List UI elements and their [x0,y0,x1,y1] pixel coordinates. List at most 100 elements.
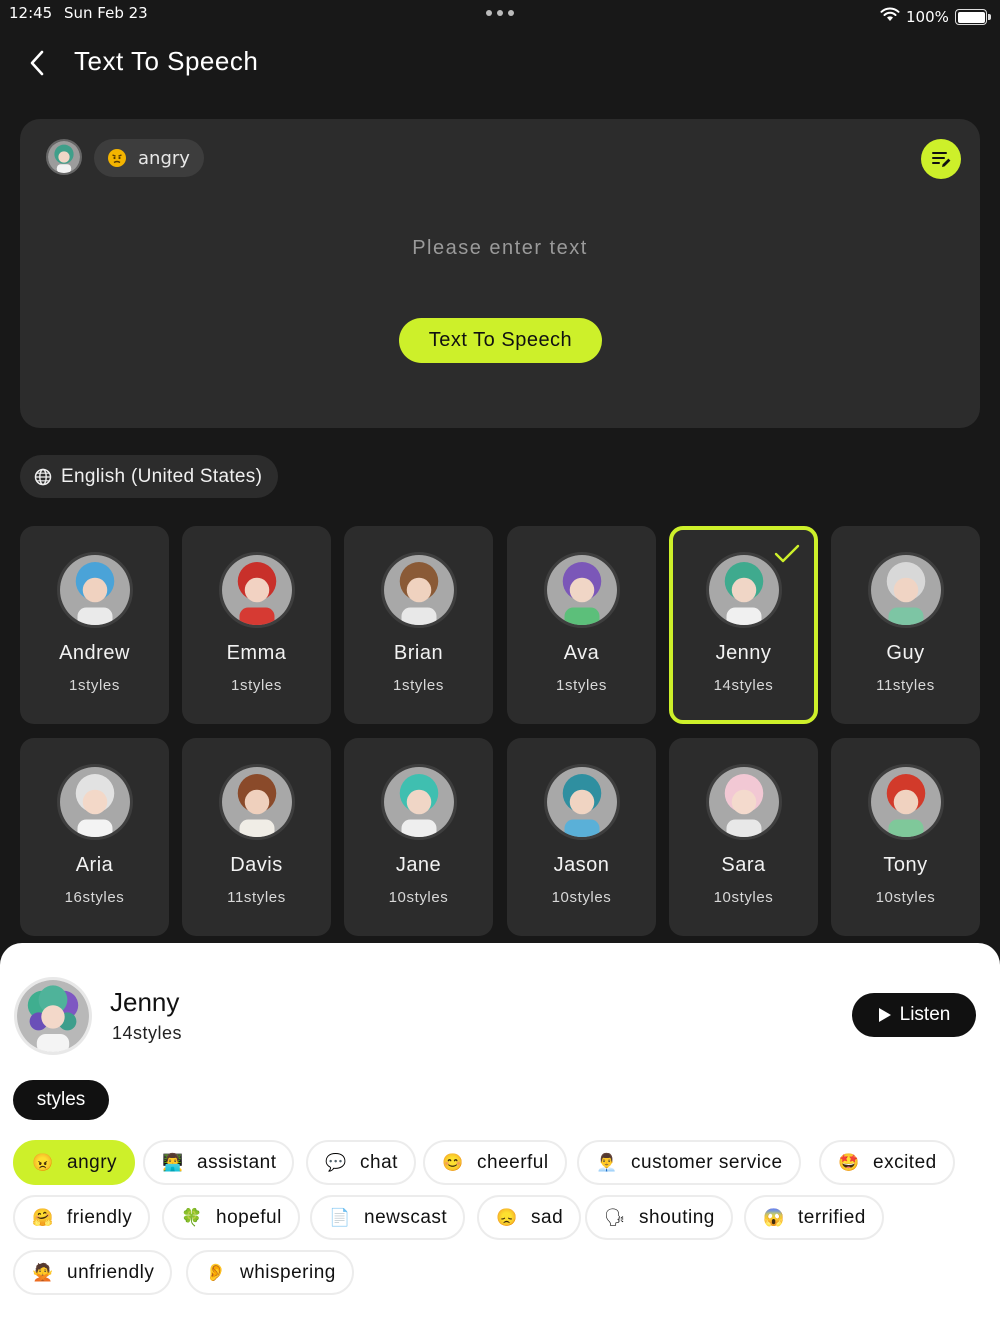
style-chip-sad[interactable]: 😞 sad [477,1195,582,1240]
style-chip-cheerful[interactable]: 😊 cheerful [423,1140,567,1185]
voice-name: Aria [75,854,114,876]
voice-name: Emma [226,642,287,664]
back-button[interactable] [20,46,54,80]
checkmark-icon [774,544,800,563]
voice-name: Davis [230,854,283,876]
play-icon [878,1008,891,1022]
voice-card-tony[interactable]: Tony 10styles [831,738,980,936]
globe-icon [34,468,52,485]
voice-avatar [544,552,620,628]
style-chip-label: customer service [631,1151,783,1173]
tab-styles[interactable]: styles [13,1080,109,1120]
style-chip-assistant[interactable]: 👨‍💻 assistant [143,1140,295,1185]
voice-style-count: 1styles [69,677,120,694]
style-chip-label: cheerful [477,1151,549,1173]
excited-emoji-icon: 🤩 [838,1152,860,1172]
voice-avatar [57,764,133,840]
voice-style-count: 16styles [64,889,125,906]
text-to-speech-button[interactable]: Text To Speech [399,318,602,363]
sheet-voice-avatar [14,977,92,1055]
voice-name: Jason [553,854,610,876]
edit-text-button[interactable] [921,139,961,179]
voice-card-ava[interactable]: Ava 1styles [507,526,656,724]
voice-name: Tony [883,854,928,876]
battery-percent: 100% [906,8,949,26]
voice-avatar [219,764,295,840]
voice-card-guy[interactable]: Guy 11styles [831,526,980,724]
voice-card-emma[interactable]: Emma 1styles [182,526,331,724]
newscast-emoji-icon: 📄 [329,1207,351,1227]
multitasking-dots-icon[interactable] [486,10,514,16]
voice-name: Jane [395,854,442,876]
voice-avatar [706,552,782,628]
style-chip-label: angry [67,1151,118,1173]
style-chip-hopeful[interactable]: 🍀 hopeful [162,1195,300,1240]
style-chip-newscast[interactable]: 📄 newscast [310,1195,466,1240]
voice-card-sara[interactable]: Sara 10styles [669,738,818,936]
style-chip-excited[interactable]: 🤩 excited [819,1140,955,1185]
voice-name: Jenny [715,642,772,664]
voice-style-count: 10styles [875,889,936,906]
voice-avatar [868,764,944,840]
style-chip-label: whispering [240,1261,336,1283]
sheet-voice-name: Jenny [110,987,180,1017]
voice-card-jane[interactable]: Jane 10styles [344,738,493,936]
selected-style-chip[interactable]: angry [94,139,204,177]
style-chip-terrified[interactable]: 😱 terrified [744,1195,884,1240]
voice-style-count: 10styles [713,889,774,906]
voice-style-count: 1styles [393,677,444,694]
voice-avatar [381,552,457,628]
voice-card-davis[interactable]: Davis 11styles [182,738,331,936]
voice-name: Ava [563,642,600,664]
style-chip-label: newscast [364,1206,448,1228]
voice-name: Sara [721,854,766,876]
voice-avatar [868,552,944,628]
listen-label: Listen [899,1004,951,1025]
header: Text To Speech [0,30,1000,96]
voice-name: Brian [393,642,444,664]
status-date: Sun Feb 23 [64,4,148,22]
battery-icon [955,9,991,25]
voice-card-aria[interactable]: Aria 16styles [20,738,169,936]
voice-card-jenny[interactable]: Jenny 14styles [669,526,818,724]
chat-emoji-icon: 💬 [325,1152,347,1172]
whispering-emoji-icon: 👂 [205,1262,227,1282]
voice-name: Guy [886,642,925,664]
style-chip-label: shouting [639,1206,715,1228]
style-chip-label: excited [873,1151,937,1173]
friendly-emoji-icon: 🤗 [32,1207,54,1227]
style-chip-angry[interactable]: 😠 angry [13,1140,136,1185]
style-chip-customer-service[interactable]: 👨‍💼 customer service [577,1140,801,1185]
language-label: English (United States) [61,465,263,487]
voice-style-count: 11styles [876,677,935,694]
voice-avatar [544,764,620,840]
shouting-emoji-icon: 🗣 [603,1207,627,1227]
angry-emoji-icon: 😠 [32,1152,54,1172]
voice-style-count: 11styles [227,889,286,906]
wifi-icon [880,7,900,21]
voice-card-jason[interactable]: Jason 10styles [507,738,656,936]
text-editor-card: angry Text To Speech [20,119,980,428]
voice-avatar [706,764,782,840]
language-selector[interactable]: English (United States) [20,455,279,498]
style-chip-label: hopeful [216,1206,282,1228]
voice-card-andrew[interactable]: Andrew 1styles [20,526,169,724]
voice-card-brian[interactable]: Brian 1styles [344,526,493,724]
style-chip-whispering[interactable]: 👂 whispering [186,1250,354,1295]
style-chip-unfriendly[interactable]: 🙅 unfriendly [13,1250,173,1295]
style-chip-friendly[interactable]: 🤗 friendly [13,1195,151,1240]
avatar-image [17,980,89,1052]
unfriendly-emoji-icon: 🙅 [32,1262,54,1282]
style-chip-label: unfriendly [67,1261,155,1283]
listen-button[interactable]: Listen [852,993,976,1037]
style-chip-shouting[interactable]: 🗣 shouting [585,1195,733,1240]
cheerful-emoji-icon: 😊 [442,1152,464,1172]
style-chip-chat[interactable]: 💬 chat [306,1140,416,1185]
edit-list-icon [932,152,951,167]
text-input[interactable] [200,231,800,265]
style-chip-label: chat [360,1151,398,1173]
voice-style-count: 1styles [556,677,607,694]
voice-avatar [219,552,295,628]
style-chip-label: sad [531,1206,564,1228]
selected-voice-avatar[interactable] [46,139,82,175]
